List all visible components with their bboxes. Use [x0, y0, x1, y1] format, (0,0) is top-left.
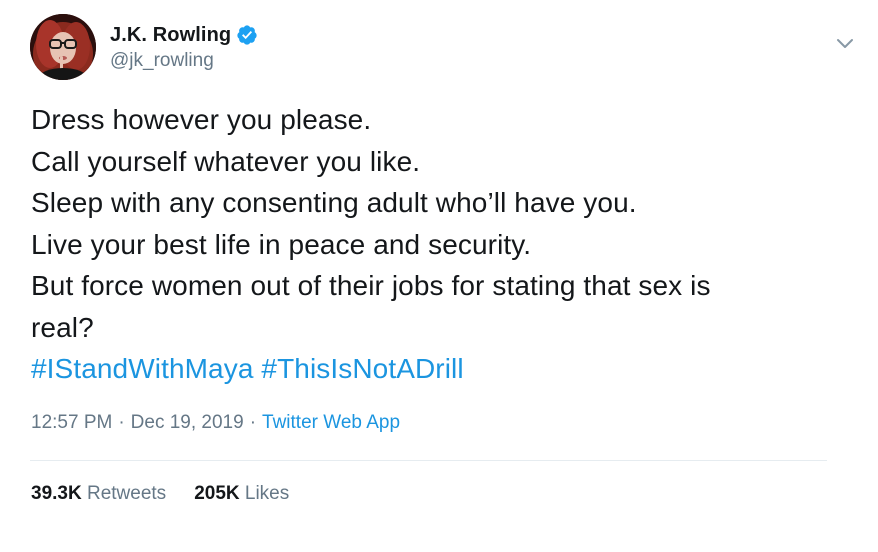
likes-label: Likes — [244, 483, 290, 504]
verified-badge-icon — [236, 24, 258, 46]
avatar-image — [30, 14, 96, 80]
tweet-line: Call yourself whatever you like. — [31, 145, 421, 177]
tweet-line: Live your best life in peace and securit… — [31, 228, 532, 260]
tweet-line: But force women out of their jobs for st… — [31, 270, 711, 301]
hashtag-link[interactable]: #ThisIsNotADrill — [261, 353, 463, 384]
tweet-time[interactable]: 12:57 PM — [31, 412, 112, 433]
name-row: J.K. Rowling — [110, 22, 258, 48]
tweet-date[interactable]: Dec 19, 2019 — [131, 412, 244, 433]
meta-separator: · — [118, 412, 125, 433]
likes-count: 205K — [194, 483, 240, 504]
tweet-text: Dress however you please. Call yourself … — [31, 99, 831, 390]
divider — [30, 460, 827, 461]
tweet-header: J.K. Rowling @jk_rowling — [30, 14, 853, 84]
hashtag-link[interactable]: #IStandWithMaya — [31, 353, 254, 384]
tweet-card: J.K. Rowling @jk_rowling Dress however y… — [0, 0, 878, 552]
tweet-meta: 12:57 PM · Dec 19, 2019 · Twitter Web App — [31, 412, 400, 434]
avatar[interactable] — [30, 14, 96, 80]
user-handle[interactable]: @jk_rowling — [110, 50, 258, 72]
tweet-source-link[interactable]: Twitter Web App — [262, 412, 400, 433]
user-info: J.K. Rowling @jk_rowling — [110, 22, 258, 72]
tweet-line: Sleep with any consenting adult who’ll h… — [31, 187, 637, 218]
tweet-stats: 39.3K Retweets 205K Likes — [31, 483, 317, 505]
meta-separator: · — [249, 412, 257, 433]
display-name[interactable]: J.K. Rowling — [110, 24, 231, 47]
retweets-stat[interactable]: 39.3K Retweets — [31, 483, 166, 505]
hashtag-row: #IStandWithMaya #ThisIsNotADrill — [31, 348, 831, 390]
retweets-label: Retweets — [86, 483, 167, 504]
likes-stat[interactable]: 205K Likes — [194, 483, 289, 505]
tweet-line: real? — [31, 311, 94, 343]
retweets-count: 39.3K — [31, 483, 82, 504]
tweet-line: Dress however you please. — [31, 104, 372, 135]
chevron-down-icon[interactable] — [834, 36, 856, 52]
